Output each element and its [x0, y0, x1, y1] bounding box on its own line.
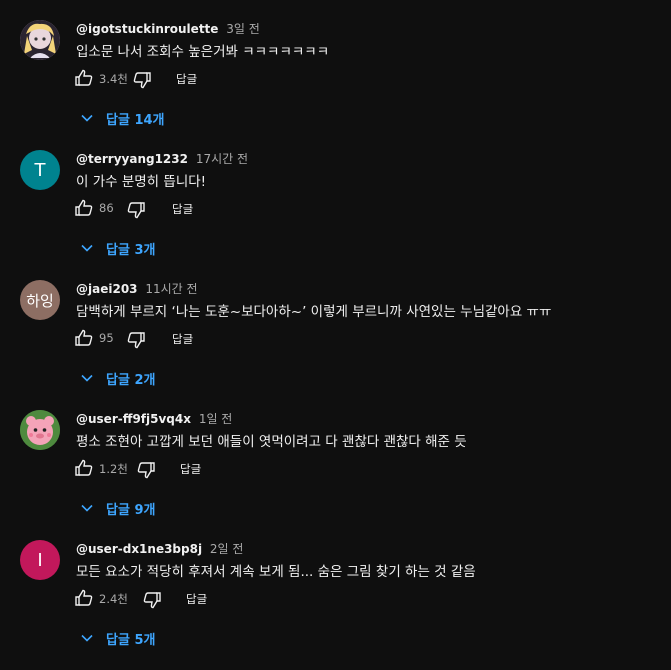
dislike-icon[interactable]: [126, 330, 146, 350]
avatar[interactable]: [20, 20, 60, 60]
chevron-down-icon: [80, 631, 94, 645]
replies-count-label: 답글 9개: [106, 503, 156, 518]
comment-timestamp[interactable]: 3일 전: [226, 22, 260, 36]
comment-actions: 95 답글: [74, 328, 374, 352]
dislike-icon[interactable]: [142, 590, 162, 610]
like-count: 95: [99, 331, 114, 345]
like-icon[interactable]: [74, 458, 94, 478]
like-count: 86: [99, 201, 114, 215]
comment-author[interactable]: @user-dx1ne3bp8j: [76, 542, 202, 556]
comment-author[interactable]: @terryyang1232: [76, 152, 188, 166]
reply-button[interactable]: 답글: [172, 201, 193, 217]
replies-count-label: 답글 2개: [106, 373, 156, 388]
avatar-letter: 하잉: [26, 291, 54, 310]
comment-thread: I @user-dx1ne3bp8j 2일 전 모든 요소가 적당히 후져서 계…: [0, 540, 671, 670]
reply-button[interactable]: 답글: [172, 331, 193, 347]
reply-button[interactable]: 답글: [176, 71, 197, 87]
comment-timestamp[interactable]: 11시간 전: [145, 282, 197, 296]
dislike-icon[interactable]: [132, 70, 152, 90]
comment-text: 입소문 나서 조회수 높은거봐 ㅋㅋㅋㅋㅋㅋㅋ: [76, 44, 330, 60]
avatar[interactable]: [20, 410, 60, 450]
like-icon[interactable]: [74, 328, 94, 348]
comment-text: 모든 요소가 적당히 후져서 계속 보게 됨... 숨은 그림 찾기 하는 것 …: [76, 564, 476, 580]
like-count: 1.2천: [99, 462, 128, 476]
avatar-letter: T: [34, 159, 46, 181]
avatar-letter: I: [37, 549, 43, 571]
chevron-down-icon: [80, 111, 94, 125]
comment-actions: 3.4천 답글: [74, 68, 374, 92]
comment-timestamp[interactable]: 17시간 전: [196, 152, 248, 166]
comment-text: 이 가수 분명히 뜹니다!: [76, 174, 207, 190]
comment-text: 평소 조현아 고깝게 보던 애들이 엿먹이려고 다 괜찮다 괜찮다 해준 듯: [76, 434, 467, 450]
comment-actions: 1.2천 답글: [74, 458, 374, 482]
like-icon[interactable]: [74, 198, 94, 218]
avatar-image: [20, 410, 60, 450]
avatar[interactable]: I: [20, 540, 60, 580]
chevron-down-icon: [80, 371, 94, 385]
comment-thread: 하잉 @jaei203 11시간 전 담백하게 부르지 ‘나는 도훈~보다아하~…: [0, 280, 671, 410]
comment-thread: @user-ff9fj5vq4x 1일 전 평소 조현아 고깝게 보던 애들이 …: [0, 410, 671, 540]
avatar-image: [20, 20, 60, 60]
comment-timestamp[interactable]: 1일 전: [199, 412, 233, 426]
dislike-icon[interactable]: [126, 200, 146, 220]
comment-thread: T @terryyang1232 17시간 전 이 가수 분명히 뜹니다! 86…: [0, 150, 671, 280]
replies-count-label: 답글 14개: [106, 113, 165, 128]
replies-count-label: 답글 5개: [106, 633, 156, 648]
avatar[interactable]: T: [20, 150, 60, 190]
like-count: 3.4천: [99, 72, 128, 86]
like-icon[interactable]: [74, 68, 94, 88]
comment-text: 담백하게 부르지 ‘나는 도훈~보다아하~’ 이렇게 부르니까 사연있는 누님같…: [76, 304, 552, 320]
reply-button[interactable]: 답글: [186, 591, 207, 607]
reply-button[interactable]: 답글: [180, 461, 201, 477]
comment-actions: 2.4천 답글: [74, 588, 374, 612]
like-count: 2.4천: [99, 592, 128, 606]
comment-author[interactable]: @user-ff9fj5vq4x: [76, 412, 191, 426]
like-icon[interactable]: [74, 588, 94, 608]
chevron-down-icon: [80, 501, 94, 515]
comment-thread: @igotstuckinroulette 3일 전 입소문 나서 조회수 높은거…: [0, 20, 671, 150]
comment-author[interactable]: @jaei203: [76, 282, 138, 296]
avatar[interactable]: 하잉: [20, 280, 60, 320]
chevron-down-icon: [80, 241, 94, 255]
comment-author[interactable]: @igotstuckinroulette: [76, 22, 218, 36]
dislike-icon[interactable]: [136, 460, 156, 480]
replies-count-label: 답글 3개: [106, 243, 156, 258]
comment-timestamp[interactable]: 2일 전: [210, 542, 244, 556]
comment-actions: 86 답글: [74, 198, 374, 222]
